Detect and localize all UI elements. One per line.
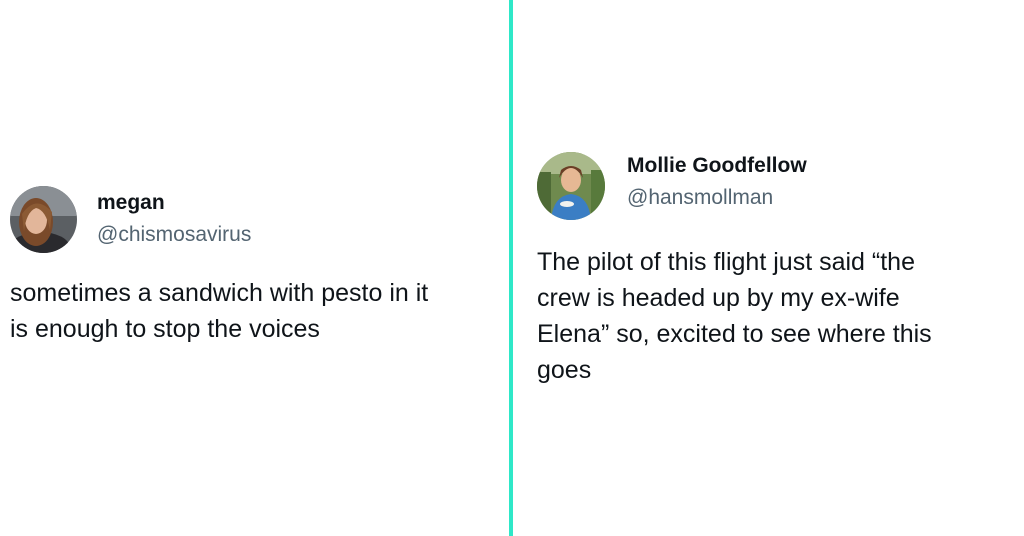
user-handle[interactable]: @hansmollman — [627, 185, 807, 211]
display-name[interactable]: megan — [97, 190, 251, 216]
tweet-comparison-image: megan @chismosavirus sometimes a sandwic… — [0, 0, 1024, 536]
vertical-divider — [509, 0, 513, 536]
tweet-card-left: megan @chismosavirus sometimes a sandwic… — [10, 186, 500, 347]
avatar[interactable] — [537, 152, 605, 220]
tweet-text-line: sometimes a sandwich with pesto in it — [10, 279, 429, 307]
display-name[interactable]: Mollie Goodfellow — [627, 153, 807, 179]
tweet-text-line: The pilot of this flight just said “the — [537, 248, 915, 276]
user-handle[interactable]: @chismosavirus — [97, 222, 251, 248]
user-names: Mollie Goodfellow @hansmollman — [627, 153, 807, 211]
tweet-text-line: is enough to stop the voices — [10, 315, 320, 343]
tweet-text-line: goes — [537, 356, 592, 384]
tweet-text: The pilot of this flight just said “the … — [537, 244, 1017, 388]
avatar[interactable] — [10, 186, 77, 253]
tweet-header: Mollie Goodfellow @hansmollman — [537, 152, 1017, 220]
tweet-text-line: crew is headed up by my ex-wife — [537, 284, 900, 312]
tweet-text: sometimes a sandwich with pesto in it is… — [10, 275, 500, 347]
tweet-card-right: Mollie Goodfellow @hansmollman The pilot… — [537, 152, 1017, 388]
tweet-header: megan @chismosavirus — [10, 186, 500, 253]
user-names: megan @chismosavirus — [97, 190, 251, 248]
tweet-text-line: Elena” so, excited to see where this — [537, 320, 932, 348]
